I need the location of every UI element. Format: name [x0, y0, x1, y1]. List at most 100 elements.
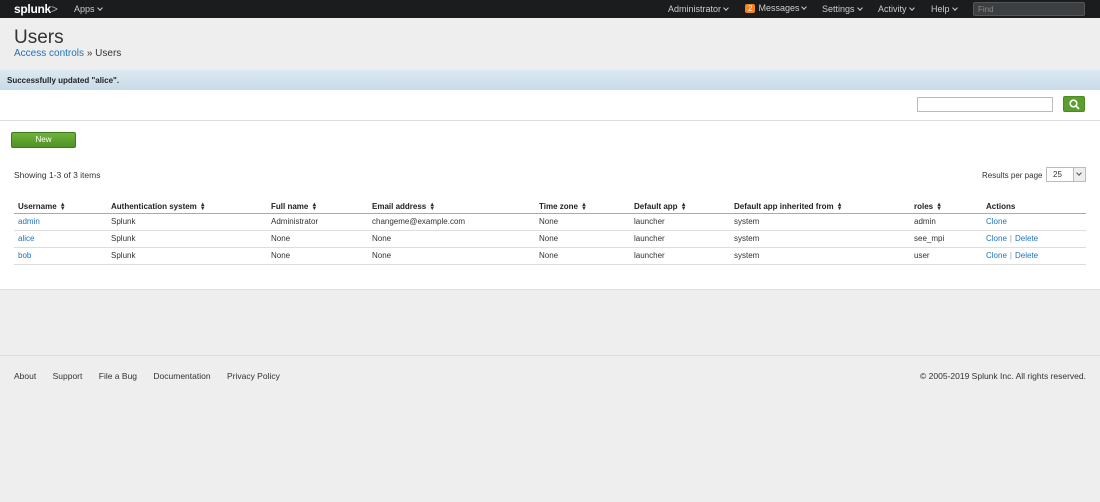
help-menu-label: Help: [931, 4, 950, 14]
splunk-logo[interactable]: splunk>: [14, 2, 58, 16]
column-header-label: Username: [18, 202, 57, 212]
actions-cell: Clone: [982, 213, 1086, 231]
user-menu-label: Administrator: [668, 4, 722, 14]
messages-menu[interactable]: 2 Messages: [745, 3, 808, 13]
chevron-down-icon: [951, 5, 958, 11]
page-title: Users: [14, 27, 64, 48]
settings-menu[interactable]: Settings: [822, 4, 863, 14]
copyright-text: © 2005-2019 Splunk Inc. All rights reser…: [920, 371, 1086, 381]
logo-text: splunk: [14, 2, 51, 16]
sort-icon: ▲ ▼: [680, 202, 687, 213]
activity-menu[interactable]: Activity: [878, 4, 915, 14]
search-icon: [1069, 99, 1080, 110]
results-per-page-label: Results per page: [982, 171, 1043, 180]
clone-link[interactable]: Clone: [986, 251, 1007, 260]
column-header-email[interactable]: Email address ▲ ▼: [368, 201, 535, 214]
inherited-from-cell: system: [730, 247, 910, 265]
footer-link-privacy-policy[interactable]: Privacy Policy: [227, 371, 280, 381]
footer: About Support File a Bug Documentation P…: [0, 355, 1100, 395]
column-header-username[interactable]: Username ▲ ▼: [14, 201, 107, 214]
roles-cell: user: [910, 247, 982, 265]
filter-search-input[interactable]: [917, 97, 1053, 112]
breadcrumb-access-controls-link[interactable]: Access controls: [14, 48, 84, 59]
clone-link[interactable]: Clone: [986, 217, 1007, 226]
username-link[interactable]: alice: [18, 234, 34, 243]
delete-link[interactable]: Delete: [1015, 234, 1038, 243]
results-per-page-value: 25: [1053, 170, 1062, 179]
column-header-default-app[interactable]: Default app ▲ ▼: [630, 201, 730, 214]
column-header-label: Default app inherited from: [734, 202, 834, 212]
column-header-roles[interactable]: roles ▲ ▼: [910, 201, 982, 214]
main-panel: New Showing 1-3 of 3 items Results per p…: [0, 90, 1100, 290]
search-row: [0, 90, 1100, 121]
sort-icon: ▲ ▼: [580, 202, 587, 213]
search-button[interactable]: [1063, 96, 1085, 112]
help-menu[interactable]: Help: [931, 4, 958, 14]
breadcrumb-current: Users: [95, 48, 122, 59]
chevron-down-icon: [801, 4, 808, 10]
column-header-actions: Actions: [982, 201, 1086, 214]
username-link[interactable]: admin: [18, 217, 40, 226]
success-message-banner: Successfully updated "alice".: [0, 70, 1100, 90]
column-header-label: Authentication system: [111, 202, 197, 212]
column-header-label: Default app: [634, 202, 678, 212]
column-header-full-name[interactable]: Full name ▲ ▼: [267, 201, 368, 214]
column-header-default-app-inherited[interactable]: Default app inherited from ▲ ▼: [730, 201, 910, 214]
footer-links: About Support File a Bug Documentation P…: [14, 371, 294, 381]
chevron-down-icon: [96, 5, 103, 11]
clone-link[interactable]: Clone: [986, 234, 1007, 243]
username-link[interactable]: bob: [18, 251, 31, 260]
auth-system-cell: Splunk: [107, 213, 267, 231]
column-header-auth-system[interactable]: Authentication system ▲ ▼: [107, 201, 267, 214]
table-header-row: Username ▲ ▼ Authentication system ▲ ▼ Full …: [14, 201, 1086, 214]
actions-cell: Clone | Delete: [982, 247, 1086, 265]
time-zone-cell: None: [535, 230, 630, 248]
sort-icon: ▲ ▼: [836, 202, 843, 213]
sort-icon: ▲ ▼: [429, 202, 436, 213]
sort-icon: ▲ ▼: [59, 202, 66, 213]
inherited-from-cell: system: [730, 213, 910, 231]
footer-link-file-a-bug[interactable]: File a Bug: [99, 371, 137, 381]
user-menu[interactable]: Administrator: [668, 4, 729, 14]
table-row: bob Splunk None None None launcher syste…: [14, 247, 1086, 265]
chevron-down-icon: [1073, 168, 1085, 181]
column-header-label: Time zone: [539, 202, 578, 212]
email-cell: changeme@example.com: [368, 213, 535, 231]
users-table: Username ▲ ▼ Authentication system ▲ ▼ Full …: [14, 201, 1086, 265]
footer-link-documentation[interactable]: Documentation: [153, 371, 210, 381]
footer-link-support[interactable]: Support: [53, 371, 83, 381]
column-header-label: Full name: [271, 202, 309, 212]
inherited-from-cell: system: [730, 230, 910, 248]
top-navigation-bar: splunk> Apps Administrator 2 Messages Set…: [0, 0, 1100, 18]
actions-cell: Clone | Delete: [982, 230, 1086, 248]
find-input[interactable]: [973, 2, 1085, 16]
apps-menu[interactable]: Apps: [74, 4, 103, 14]
new-user-button[interactable]: New: [11, 132, 76, 148]
column-header-time-zone[interactable]: Time zone ▲ ▼: [535, 201, 630, 214]
column-header-label: roles: [914, 202, 934, 212]
table-row: alice Splunk None None None launcher sys…: [14, 230, 1086, 248]
items-count-text: Showing 1-3 of 3 items: [14, 170, 101, 180]
table-row: admin Splunk Administrator changeme@exam…: [14, 213, 1086, 231]
default-app-cell: launcher: [630, 213, 730, 231]
full-name-cell: None: [267, 230, 368, 248]
default-app-cell: launcher: [630, 230, 730, 248]
footer-link-about[interactable]: About: [14, 371, 36, 381]
time-zone-cell: None: [535, 213, 630, 231]
activity-menu-label: Activity: [878, 4, 907, 14]
chevron-down-icon: [908, 5, 915, 11]
action-separator: |: [1009, 234, 1012, 243]
settings-menu-label: Settings: [822, 4, 855, 14]
delete-link[interactable]: Delete: [1015, 251, 1038, 260]
auth-system-cell: Splunk: [107, 247, 267, 265]
chevron-down-icon: [856, 5, 863, 11]
results-per-page-select[interactable]: 25: [1046, 167, 1086, 182]
logo-chevron: >: [50, 2, 58, 16]
sort-icon: ▲ ▼: [936, 202, 943, 213]
email-cell: None: [368, 247, 535, 265]
full-name-cell: Administrator: [267, 213, 368, 231]
action-separator: |: [1009, 251, 1012, 260]
breadcrumb: Access controls » Users: [14, 48, 121, 59]
sort-icon: ▲ ▼: [199, 202, 206, 213]
full-name-cell: None: [267, 247, 368, 265]
